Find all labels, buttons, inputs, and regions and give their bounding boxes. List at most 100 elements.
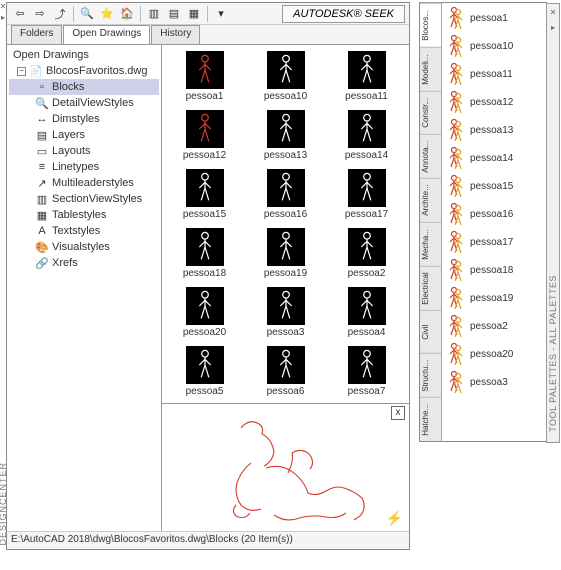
- up-button[interactable]: ⤴: [51, 5, 69, 23]
- close-icon[interactable]: ✕: [550, 8, 557, 17]
- tab-open-drawings[interactable]: Open Drawings: [63, 25, 150, 44]
- tree-node-layouts[interactable]: ▭Layouts: [9, 143, 159, 159]
- tab-folders[interactable]: Folders: [11, 25, 62, 44]
- tp-item-pessoa11[interactable]: pessoa11: [443, 60, 545, 88]
- search-icon[interactable]: 🔍: [78, 5, 96, 23]
- block-item-pessoa18[interactable]: pessoa18: [166, 228, 243, 279]
- block-thumb: [186, 110, 224, 148]
- designcenter-panel: ⇦ ⇨ ⤴ 🔍 ⭐ 🏠 ▥ ▤ ▦ ▾ AUTODESK® SEEK Folde…: [6, 2, 410, 550]
- block-label: pessoa15: [183, 209, 226, 220]
- tp-item-pessoa14[interactable]: pessoa14: [443, 144, 545, 172]
- tp-tab-1[interactable]: Modeli...: [420, 47, 441, 91]
- tp-tab-2[interactable]: Constr...: [420, 91, 441, 135]
- tp-tab-7[interactable]: Civil: [420, 310, 441, 354]
- block-item-pessoa14[interactable]: pessoa14: [328, 110, 405, 161]
- views-icon[interactable]: ▾: [212, 5, 230, 23]
- tp-tab-5[interactable]: Mecha...: [420, 222, 441, 266]
- description-toggle-icon[interactable]: ▦: [185, 5, 203, 23]
- tp-item-pessoa13[interactable]: pessoa13: [443, 116, 545, 144]
- tree-node-blocks[interactable]: ▫Blocks: [9, 79, 159, 95]
- block-item-pessoa19[interactable]: pessoa19: [247, 228, 324, 279]
- block-thumb: [186, 228, 224, 266]
- block-label: pessoa20: [183, 327, 226, 338]
- block-label: pessoa10: [264, 91, 307, 102]
- tree-node-visualstyles[interactable]: 🎨Visualstyles: [9, 239, 159, 255]
- tp-label: pessoa10: [470, 41, 513, 52]
- tree-node-textstyles[interactable]: ATextstyles: [9, 223, 159, 239]
- tp-label: pessoa20: [470, 349, 513, 360]
- node-icon: ▫: [35, 81, 49, 93]
- tree-node-multileaderstyles[interactable]: ↗Multileaderstyles: [9, 175, 159, 191]
- block-item-pessoa7[interactable]: pessoa7: [328, 346, 405, 397]
- block-item-pessoa2[interactable]: pessoa2: [328, 228, 405, 279]
- tp-label: pessoa19: [470, 293, 513, 304]
- tp-thumb: [446, 342, 466, 366]
- tree-file-node[interactable]: − 📄 BlocosFavoritos.dwg: [9, 63, 159, 79]
- block-item-pessoa11[interactable]: pessoa11: [328, 51, 405, 102]
- tp-tab-9[interactable]: Hatche...: [420, 397, 441, 441]
- tab-history[interactable]: History: [151, 25, 200, 44]
- tree-node-linetypes[interactable]: ≡Linetypes: [9, 159, 159, 175]
- menu-icon[interactable]: ▸: [551, 23, 555, 32]
- tree-node-xrefs[interactable]: 🔗Xrefs: [9, 255, 159, 271]
- block-item-pessoa1[interactable]: pessoa1: [166, 51, 243, 102]
- tree-node-detailviewstyles[interactable]: 🔍DetailViewStyles: [9, 95, 159, 111]
- back-button[interactable]: ⇦: [11, 5, 29, 23]
- block-item-pessoa3[interactable]: pessoa3: [247, 287, 324, 338]
- tp-tab-3[interactable]: Annota...: [420, 134, 441, 178]
- tp-tab-6[interactable]: Electrical: [420, 266, 441, 310]
- block-item-pessoa5[interactable]: pessoa5: [166, 346, 243, 397]
- pin-icon[interactable]: ▸: [1, 13, 5, 22]
- tp-tab-8[interactable]: Structu...: [420, 353, 441, 397]
- favorites-icon[interactable]: ⭐: [98, 5, 116, 23]
- tree-toggle-icon[interactable]: ▥: [145, 5, 163, 23]
- node-icon: A: [35, 225, 49, 237]
- tp-label: pessoa12: [470, 97, 513, 108]
- tp-item-pessoa17[interactable]: pessoa17: [443, 228, 545, 256]
- block-item-pessoa6[interactable]: pessoa6: [247, 346, 324, 397]
- tp-label: pessoa16: [470, 209, 513, 220]
- tree-node-dimstyles[interactable]: ↔Dimstyles: [9, 111, 159, 127]
- block-item-pessoa12[interactable]: pessoa12: [166, 110, 243, 161]
- tp-item-pessoa2[interactable]: pessoa2: [443, 312, 545, 340]
- dc-status-bar: E:\AutoCAD 2018\dwg\BlocosFavoritos.dwg\…: [7, 531, 409, 549]
- block-item-pessoa20[interactable]: pessoa20: [166, 287, 243, 338]
- tp-item-pessoa3[interactable]: pessoa3: [443, 368, 545, 396]
- tp-label: pessoa15: [470, 181, 513, 192]
- tp-item-pessoa16[interactable]: pessoa16: [443, 200, 545, 228]
- tree-node-layers[interactable]: ▤Layers: [9, 127, 159, 143]
- tp-item-pessoa19[interactable]: pessoa19: [443, 284, 545, 312]
- tp-label: pessoa3: [470, 377, 508, 388]
- block-label: pessoa6: [267, 386, 305, 397]
- preview-toggle-icon[interactable]: ▤: [165, 5, 183, 23]
- block-thumb: [348, 51, 386, 89]
- tp-tab-4[interactable]: Archite...: [420, 178, 441, 222]
- tp-item-pessoa18[interactable]: pessoa18: [443, 256, 545, 284]
- tree-node-tablestyles[interactable]: ▦Tablestyles: [9, 207, 159, 223]
- block-item-pessoa15[interactable]: pessoa15: [166, 169, 243, 220]
- block-item-pessoa13[interactable]: pessoa13: [247, 110, 324, 161]
- preview-close-button[interactable]: x: [391, 406, 405, 420]
- block-item-pessoa16[interactable]: pessoa16: [247, 169, 324, 220]
- block-label: pessoa2: [348, 268, 386, 279]
- tp-item-pessoa1[interactable]: pessoa1: [443, 4, 545, 32]
- load-icon[interactable]: ⚡: [386, 510, 403, 527]
- dc-tabs: Folders Open Drawings History: [7, 25, 409, 44]
- tp-thumb: [446, 370, 466, 394]
- tp-label: pessoa14: [470, 153, 513, 164]
- tp-item-pessoa12[interactable]: pessoa12: [443, 88, 545, 116]
- tp-item-pessoa15[interactable]: pessoa15: [443, 172, 545, 200]
- block-label: pessoa19: [264, 268, 307, 279]
- tp-item-pessoa10[interactable]: pessoa10: [443, 32, 545, 60]
- autodesk-seek-button[interactable]: AUTODESK® SEEK: [282, 5, 405, 23]
- block-item-pessoa4[interactable]: pessoa4: [328, 287, 405, 338]
- forward-button[interactable]: ⇨: [31, 5, 49, 23]
- collapse-icon[interactable]: −: [17, 67, 26, 76]
- block-item-pessoa17[interactable]: pessoa17: [328, 169, 405, 220]
- tp-item-pessoa20[interactable]: pessoa20: [443, 340, 545, 368]
- tp-tab-0[interactable]: Blocos...: [420, 3, 441, 47]
- tree-node-sectionviewstyles[interactable]: ▥SectionViewStyles: [9, 191, 159, 207]
- home-icon[interactable]: 🏠: [118, 5, 136, 23]
- tree-root[interactable]: Open Drawings: [9, 47, 159, 63]
- block-item-pessoa10[interactable]: pessoa10: [247, 51, 324, 102]
